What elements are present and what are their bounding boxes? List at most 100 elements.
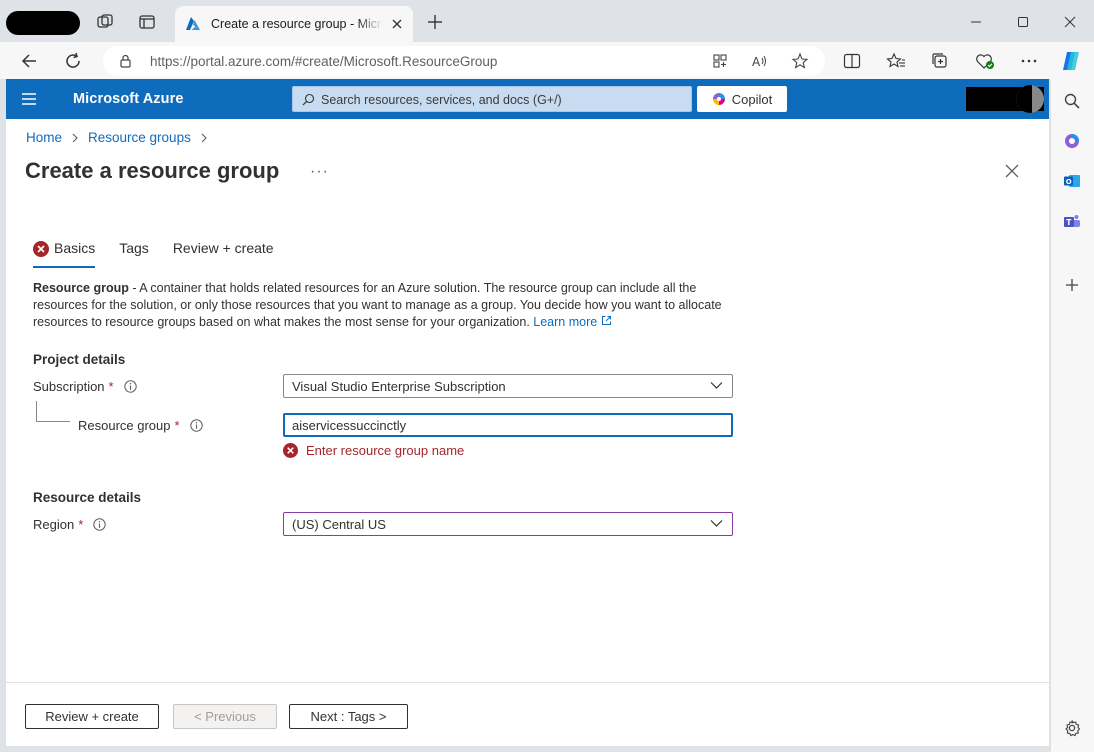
- profile-button[interactable]: [6, 11, 80, 35]
- portal-top-bar: Microsoft Azure Copilot: [6, 79, 1049, 119]
- error-icon: [283, 443, 298, 458]
- outlook-icon[interactable]: O: [1062, 171, 1082, 191]
- tree-connector-horizontal: [36, 421, 70, 422]
- url-text: https://portal.azure.com/#create/Microso…: [150, 54, 497, 69]
- info-icon[interactable]: [123, 380, 137, 393]
- wizard-footer: Review + create < Previous Next : Tags >: [6, 682, 1049, 746]
- more-actions-icon[interactable]: ···: [310, 163, 329, 181]
- subscription-dropdown[interactable]: Visual Studio Enterprise Subscription: [283, 374, 733, 398]
- close-icon[interactable]: [1004, 163, 1020, 179]
- minimize-icon[interactable]: [966, 12, 986, 32]
- resource-group-error: Enter resource group name: [283, 443, 464, 458]
- teams-icon[interactable]: T: [1062, 211, 1082, 231]
- chevron-down-icon: [710, 520, 723, 527]
- breadcrumb-home[interactable]: Home: [26, 130, 62, 145]
- chevron-right-icon: [71, 133, 79, 143]
- required-mark: *: [78, 517, 84, 532]
- tab-close-icon[interactable]: [389, 16, 405, 32]
- portal-search-box[interactable]: [292, 86, 692, 112]
- info-icon[interactable]: [189, 419, 203, 432]
- browser-tab-strip: Create a resource group - Microsoft Azur…: [0, 0, 1094, 42]
- copilot-sidebar-icon[interactable]: [1060, 50, 1082, 72]
- info-icon[interactable]: [93, 518, 106, 531]
- url-path: /#create/Microsoft.ResourceGroup: [291, 54, 498, 69]
- favorite-star-icon[interactable]: [789, 50, 811, 72]
- tab-tags-label: Tags: [119, 240, 149, 256]
- breadcrumb-resource-groups[interactable]: Resource groups: [88, 130, 191, 145]
- chevron-down-icon: [710, 382, 723, 389]
- copilot-app-icon[interactable]: [1062, 131, 1082, 151]
- window-close-icon[interactable]: [1060, 12, 1080, 32]
- portal-menu-icon[interactable]: [20, 91, 38, 107]
- tab-basics[interactable]: Basics: [33, 240, 96, 268]
- description-term: Resource group: [33, 281, 129, 295]
- tab-actions-icon[interactable]: [137, 12, 157, 32]
- more-options-icon[interactable]: [1018, 50, 1040, 72]
- back-arrow-icon[interactable]: [18, 50, 40, 72]
- browser-toolbar: https://portal.azure.com/#create/Microso…: [0, 42, 1094, 79]
- browser-essentials-icon[interactable]: [974, 50, 996, 72]
- search-icon[interactable]: [1062, 91, 1082, 111]
- learn-more-link[interactable]: Learn more: [533, 315, 611, 329]
- browser-sidebar: O T: [1050, 79, 1094, 752]
- resource-group-input[interactable]: [283, 413, 733, 437]
- subscription-value: Visual Studio Enterprise Subscription: [292, 379, 506, 394]
- lock-icon[interactable]: [119, 54, 132, 68]
- resource-group-label-text: Resource group: [78, 418, 171, 433]
- resource-group-description: Resource group - A container that holds …: [33, 280, 733, 331]
- tab-basics-label: Basics: [54, 240, 96, 256]
- collections-icon[interactable]: [929, 50, 951, 72]
- subscription-label-text: Subscription: [33, 379, 105, 394]
- browser-tab-active[interactable]: Create a resource group - Microsoft Azur…: [175, 6, 413, 42]
- next-tags-button[interactable]: Next : Tags >: [289, 704, 408, 729]
- external-link-icon: [601, 316, 611, 325]
- chevron-right-icon: [200, 133, 208, 143]
- new-tab-icon[interactable]: [425, 12, 445, 32]
- tab-review-create-label: Review + create: [172, 240, 274, 256]
- resource-details-heading: Resource details: [33, 490, 142, 505]
- resource-group-label: Resource group *: [78, 418, 203, 433]
- favorites-icon[interactable]: [885, 50, 907, 72]
- azure-portal: Microsoft Azure Copilot Home Resource gr…: [6, 79, 1049, 746]
- required-mark: *: [108, 379, 114, 394]
- required-mark: *: [174, 418, 180, 433]
- region-value: (US) Central US: [292, 517, 386, 532]
- refresh-icon[interactable]: [62, 50, 84, 72]
- add-app-icon[interactable]: [1062, 275, 1082, 295]
- sidebar-settings-icon[interactable]: [1062, 718, 1082, 738]
- error-icon: [33, 241, 49, 257]
- description-text: - A container that holds related resourc…: [33, 281, 722, 329]
- wizard-tabs: Basics Tags Review + create: [33, 240, 298, 268]
- azure-favicon-icon: [186, 17, 200, 30]
- learn-more-label: Learn more: [533, 315, 598, 329]
- tab-review-create[interactable]: Review + create: [173, 240, 274, 268]
- page-title: Create a resource group: [25, 158, 280, 183]
- read-aloud-icon[interactable]: A: [749, 50, 771, 72]
- breadcrumb: Home Resource groups: [26, 130, 217, 145]
- portal-search-input[interactable]: [321, 91, 681, 109]
- portal-brand[interactable]: Microsoft Azure: [73, 91, 184, 107]
- url-host: https://portal.azure.com: [150, 54, 292, 69]
- review-create-button[interactable]: Review + create: [25, 704, 159, 729]
- region-dropdown[interactable]: (US) Central US: [283, 512, 733, 536]
- copilot-icon: [712, 93, 725, 105]
- tab-tags[interactable]: Tags: [119, 240, 149, 268]
- svg-text:A: A: [752, 55, 761, 69]
- previous-button[interactable]: < Previous: [173, 704, 277, 729]
- maximize-icon[interactable]: [1013, 12, 1033, 32]
- split-screen-icon[interactable]: [841, 50, 863, 72]
- subscription-label: Subscription *: [33, 379, 137, 394]
- copilot-label: Copilot: [731, 91, 773, 107]
- app-available-icon[interactable]: [709, 50, 731, 72]
- tab-title: Create a resource group - Microsoft Azur…: [211, 17, 383, 31]
- avatar[interactable]: [1016, 85, 1044, 113]
- copilot-button[interactable]: Copilot: [697, 86, 787, 112]
- resource-group-error-text: Enter resource group name: [306, 443, 465, 458]
- svg-text:T: T: [1066, 218, 1072, 227]
- svg-text:O: O: [1066, 178, 1072, 186]
- region-label: Region *: [33, 517, 106, 532]
- address-bar[interactable]: https://portal.azure.com/#create/Microso…: [103, 46, 825, 76]
- workspaces-icon[interactable]: [95, 12, 115, 32]
- search-icon: [302, 93, 315, 106]
- region-label-text: Region: [33, 517, 75, 532]
